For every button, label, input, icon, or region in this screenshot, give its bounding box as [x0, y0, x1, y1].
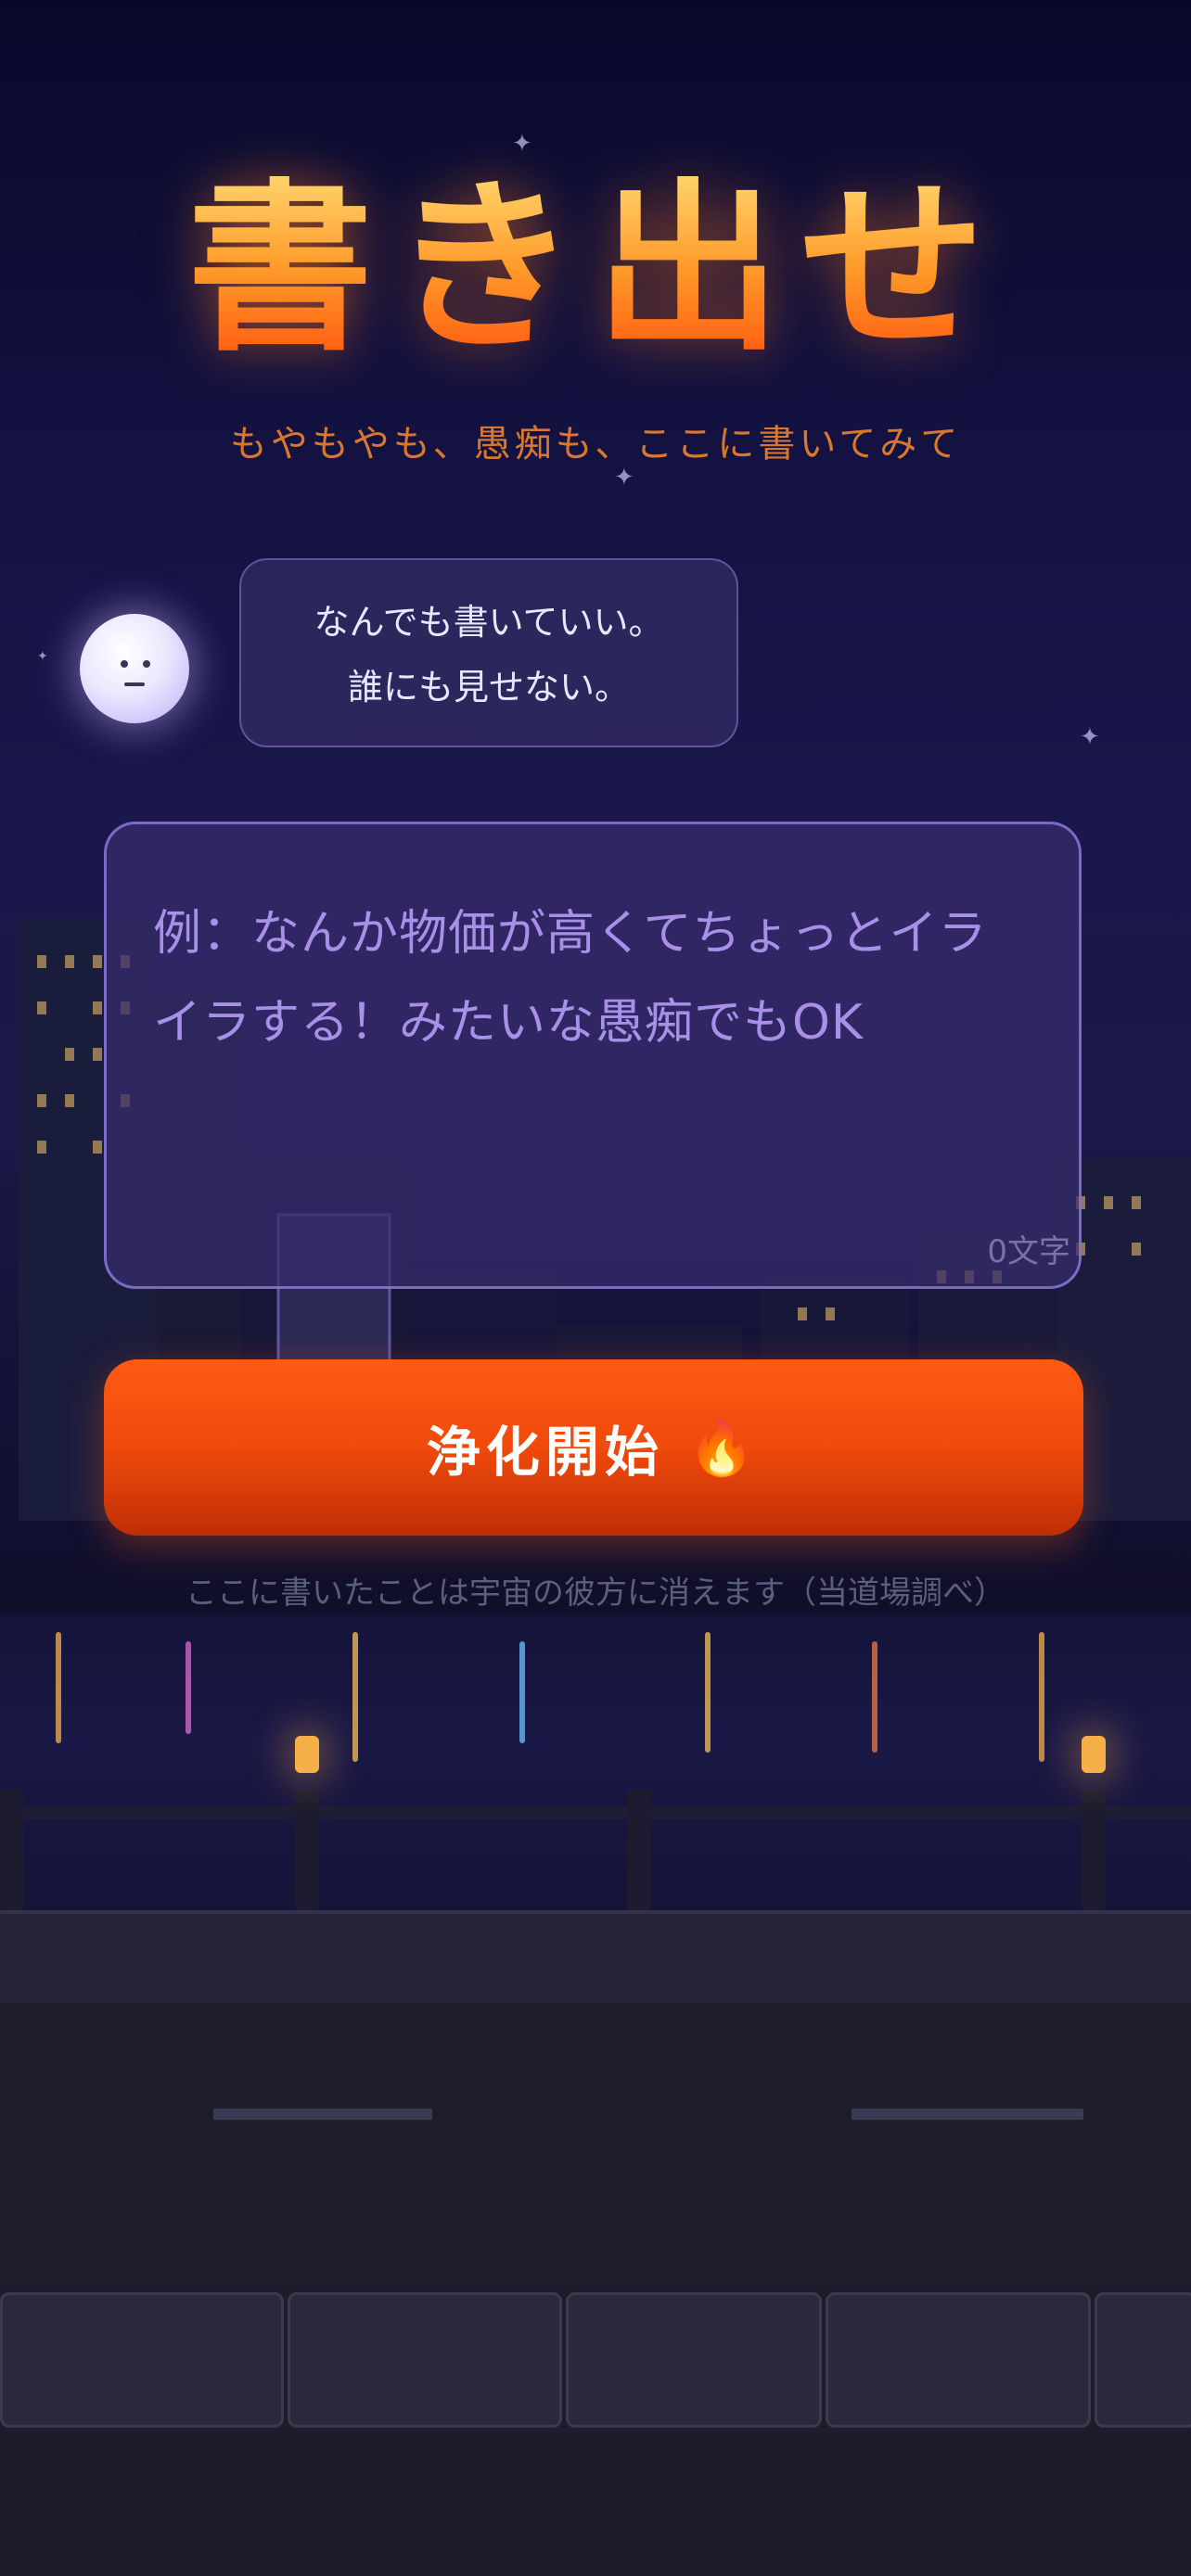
start-purify-label: 浄化開始	[426, 1421, 664, 1484]
disclaimer-note: ここに書いたことは宇宙の彼方に消えます（当道場調べ）	[186, 1575, 1005, 1612]
avatar-mouth	[124, 682, 145, 686]
curb-block	[288, 2292, 562, 2428]
curb-block	[566, 2292, 822, 2428]
lamp-icon	[1082, 1736, 1106, 1773]
light-reflection	[1039, 1632, 1044, 1762]
page-subtitle: もやもやも、愚痴も、ここに書いてみて	[229, 423, 962, 465]
speech-bubble: なんでも書いていい。 誰にも見せない。	[239, 558, 738, 747]
bubble-line-1: なんでも書いていい。	[314, 602, 664, 643]
moon-face-avatar	[80, 614, 189, 723]
curb-block	[826, 2292, 1091, 2428]
light-reflection	[705, 1632, 711, 1753]
railing-post	[627, 1790, 651, 1910]
railing-post	[295, 1790, 319, 1910]
star-icon: ✦	[614, 464, 634, 491]
river	[0, 1613, 1191, 1919]
light-reflection	[352, 1632, 358, 1762]
vent-text-input[interactable]: 例：なんか物価が高くてちょっとイライラする！みたいな愚痴でもOK	[104, 822, 1082, 1289]
input-placeholder: 例：なんか物価が高くてちょっとイライラする！みたいな愚痴でもOK	[153, 906, 988, 1051]
bubble-line-2: 誰にも見せない。	[347, 667, 630, 708]
light-reflection	[56, 1632, 61, 1743]
railing	[0, 1806, 1191, 1819]
curb-block	[1095, 2292, 1191, 2428]
star-icon: ✦	[1080, 723, 1100, 751]
light-reflection	[519, 1641, 525, 1743]
start-purify-button[interactable]: 浄化開始 🔥	[104, 1359, 1083, 1536]
character-counter: 0文字	[987, 1233, 1070, 1270]
star-icon: ✦	[512, 130, 532, 158]
railing-post	[0, 1790, 24, 1910]
road-marking	[213, 2109, 432, 2120]
lamp-icon	[295, 1736, 319, 1773]
railing-post	[1082, 1790, 1106, 1910]
avatar-eye	[121, 660, 128, 668]
curb-block	[0, 2292, 284, 2428]
road	[0, 2003, 1191, 2281]
avatar-eye	[143, 660, 150, 668]
page-title: 書き出せ	[0, 176, 1191, 362]
light-reflection	[186, 1641, 191, 1734]
star-icon: ✦	[37, 649, 48, 664]
light-reflection	[872, 1641, 877, 1753]
road-marking	[852, 2109, 1083, 2120]
sidewalk	[0, 1910, 1191, 2007]
fire-icon: 🔥	[687, 1415, 762, 1479]
